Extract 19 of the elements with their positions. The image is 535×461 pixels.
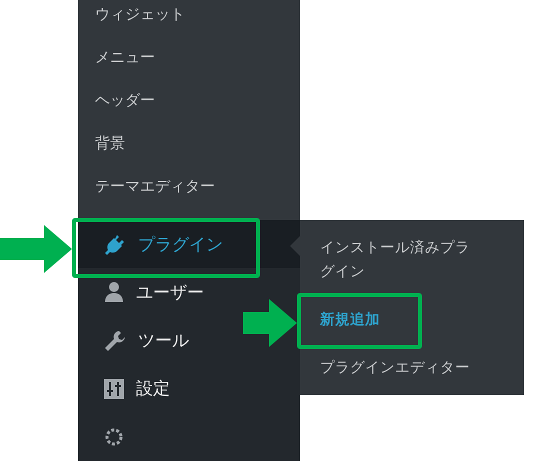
arrow-icon [243,299,297,347]
arrow-icon [0,225,72,273]
flyout-item[interactable]: インストール済みプラグイン [320,228,472,292]
submenu-item[interactable]: テーマエディター [78,165,300,208]
menu-item[interactable]: プラグイン [78,220,300,268]
flyout-item[interactable]: プラグインエディター [320,348,472,388]
gear-icon [104,426,124,447]
submenu-item[interactable]: ウィジェット [78,0,300,36]
submenu-item[interactable]: 背景 [78,122,300,165]
submenu-item[interactable]: ヘッダー [78,79,300,122]
submenu-item[interactable]: メニュー [78,36,300,79]
wrench-icon [104,330,126,352]
menu-item[interactable]: ツール [78,316,195,365]
menu-item[interactable]: 設定 [78,364,176,413]
menu-item[interactable]: ユーザー [78,268,210,316]
flyout-item[interactable]: 新規追加 [320,300,472,340]
sliders-icon [104,378,124,399]
user-icon [104,281,124,304]
plug-icon [104,233,126,256]
